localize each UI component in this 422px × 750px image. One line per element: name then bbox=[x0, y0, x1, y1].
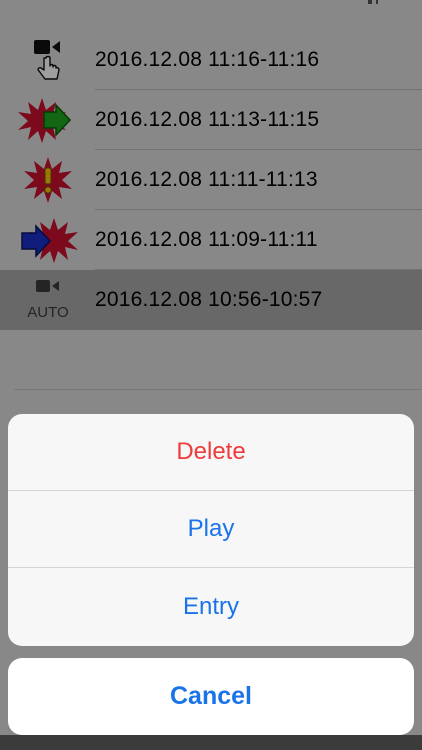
action-sheet: Delete Play Entry bbox=[8, 414, 414, 646]
play-button[interactable]: Play bbox=[8, 491, 414, 568]
bottom-toolbar bbox=[0, 735, 422, 750]
cancel-button[interactable]: Cancel bbox=[8, 658, 414, 735]
screen: 2016.12.08 11:16-11:16 2016.12.08 11:13-… bbox=[0, 0, 422, 750]
delete-button[interactable]: Delete bbox=[8, 414, 414, 491]
cancel-sheet: Cancel bbox=[8, 658, 414, 735]
entry-button[interactable]: Entry bbox=[8, 568, 414, 645]
